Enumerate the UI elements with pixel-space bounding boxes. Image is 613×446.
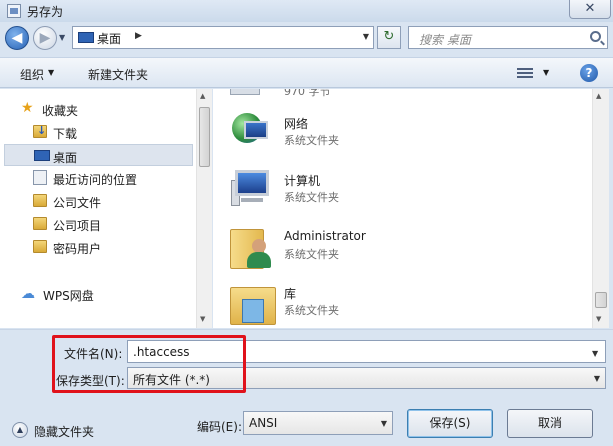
- sidebar-item-company-files[interactable]: 公司文件: [0, 190, 195, 212]
- forward-button[interactable]: ▶: [33, 26, 57, 50]
- view-dropdown-icon[interactable]: ▼: [543, 68, 549, 77]
- hide-folders-toggle[interactable]: 隐藏文件夹: [34, 423, 94, 440]
- encoding-value: ANSI: [249, 416, 278, 430]
- command-toolbar: 组织 ▼ 新建文件夹 ▼ ?: [0, 57, 613, 88]
- organize-menu[interactable]: 组织: [20, 66, 44, 83]
- scroll-down-icon[interactable]: ▼: [200, 315, 205, 323]
- chevron-down-icon: ▼: [593, 374, 600, 383]
- filename-input[interactable]: [127, 340, 606, 363]
- sidebar-item-desktop[interactable]: 桌面: [4, 144, 193, 166]
- folder-icon: [33, 217, 47, 230]
- window-icon: [7, 4, 21, 18]
- chevron-down-icon: ▼: [380, 419, 387, 428]
- item-type: 系统文件夹: [284, 134, 339, 147]
- filetype-label: 保存类型(T):: [56, 374, 125, 388]
- file-list-scrollbar[interactable]: ▲ ▼: [592, 89, 609, 328]
- search-placeholder: 搜索 桌面: [419, 33, 471, 47]
- scroll-down-icon[interactable]: ▼: [596, 315, 601, 323]
- item-name: 网络: [284, 117, 309, 131]
- navigation-pane: ★ 收藏夹 下载 桌面 最近访问的位置 公司文件 公司项目 密码用户 ☁: [0, 89, 212, 328]
- scrollbar-thumb[interactable]: [199, 107, 210, 167]
- list-item[interactable]: Administrator 系统文件夹: [213, 225, 583, 279]
- navigation-bar: ◀ ▶ ▼ 桌面 ▶ ▼ ↻ 搜索 桌面: [0, 22, 613, 54]
- address-dropdown-icon[interactable]: ▼: [363, 32, 369, 41]
- sidebar-item-label: 桌面: [53, 151, 78, 165]
- user-folder-icon: [230, 225, 278, 273]
- download-folder-icon: [33, 124, 47, 138]
- sidebar-item-label: WPS网盘: [43, 289, 94, 303]
- filetype-value: 所有文件 (*.*): [133, 373, 210, 387]
- scrollbar-thumb[interactable]: [595, 292, 607, 308]
- item-name: 计算机: [284, 174, 321, 188]
- file-list: 970 字节 网络 系统文件夹 计算机 系统文件夹 Administrator …: [213, 89, 592, 328]
- new-folder-button[interactable]: 新建文件夹: [88, 66, 148, 83]
- encoding-select[interactable]: ANSI ▼: [243, 411, 393, 435]
- star-icon: ★: [21, 100, 34, 116]
- refresh-button[interactable]: ↻: [377, 26, 401, 49]
- cloud-icon: ☁: [21, 286, 35, 302]
- item-type: 系统文件夹: [284, 248, 339, 261]
- sidebar-scrollbar[interactable]: ▲ ▼: [196, 89, 212, 328]
- collapse-icon[interactable]: ▲: [12, 422, 28, 438]
- item-name: Administrator: [284, 229, 366, 243]
- save-as-dialog: 另存为 ✕ ◀ ▶ ▼ 桌面 ▶ ▼ ↻ 搜索 桌面 组织 ▼ 新建文件夹 ▼ …: [0, 0, 613, 446]
- file-size: 970 字节: [284, 89, 331, 98]
- sidebar-item-label: 最近访问的位置: [53, 173, 138, 187]
- address-bar[interactable]: 桌面 ▶ ▼: [72, 26, 374, 49]
- list-item[interactable]: 计算机 系统文件夹: [213, 168, 583, 222]
- folder-icon: [33, 240, 47, 253]
- sidebar-item-label: 下载: [53, 127, 78, 141]
- recent-pages-dropdown-icon[interactable]: ▼: [59, 33, 65, 42]
- sidebar-item-wps-cloud[interactable]: ☁ WPS网盘: [0, 283, 195, 305]
- sidebar-item-company-projects[interactable]: 公司项目: [0, 213, 195, 235]
- item-name: 库: [284, 287, 297, 301]
- filename-dropdown-icon[interactable]: ▼: [592, 349, 598, 358]
- sidebar-item-label: 公司文件: [53, 196, 102, 210]
- close-button[interactable]: ✕: [569, 0, 611, 19]
- search-input[interactable]: 搜索 桌面: [408, 26, 608, 49]
- folder-icon: [33, 194, 47, 207]
- scroll-up-icon[interactable]: ▲: [200, 92, 205, 100]
- file-icon: [230, 89, 260, 95]
- network-icon: [230, 109, 276, 155]
- window-title: 另存为: [27, 5, 64, 19]
- save-form: 文件名(N): ▼ 保存类型(T): 所有文件 (*.*) ▼: [0, 329, 613, 404]
- filename-label: 文件名(N):: [64, 347, 123, 361]
- filetype-select[interactable]: 所有文件 (*.*) ▼: [127, 367, 606, 389]
- sidebar-item-label: 密码用户: [53, 242, 102, 256]
- encoding-label: 编码(E):: [197, 420, 242, 434]
- dialog-footer: ▲ 隐藏文件夹 编码(E): ANSI ▼ 保存(S) 取消: [0, 404, 613, 446]
- organize-dropdown-icon[interactable]: ▼: [48, 68, 54, 77]
- desktop-icon: [34, 150, 50, 161]
- sidebar-item-recent-places[interactable]: 最近访问的位置: [0, 167, 195, 189]
- address-text: 桌面: [97, 32, 122, 46]
- sidebar-item-label: 公司项目: [53, 219, 102, 233]
- desktop-icon: [78, 32, 94, 43]
- save-button[interactable]: 保存(S): [407, 409, 493, 438]
- computer-icon: [231, 168, 277, 214]
- cancel-button[interactable]: 取消: [507, 409, 593, 438]
- back-button[interactable]: ◀: [5, 26, 29, 50]
- sidebar-item-favorites[interactable]: ★ 收藏夹: [0, 98, 195, 120]
- item-type: 系统文件夹: [284, 304, 339, 317]
- recent-places-icon: [33, 170, 47, 185]
- list-item[interactable]: 库 系统文件夹: [213, 281, 583, 328]
- help-button[interactable]: ?: [580, 64, 598, 82]
- view-options-icon[interactable]: [517, 66, 533, 80]
- sidebar-item-password-users[interactable]: 密码用户: [0, 236, 195, 258]
- sidebar-item-label: 收藏夹: [42, 104, 79, 118]
- title-bar: 另存为 ✕: [0, 0, 613, 22]
- item-type: 系统文件夹: [284, 191, 339, 204]
- sidebar-item-downloads[interactable]: 下载: [0, 121, 195, 143]
- search-icon: [590, 31, 601, 42]
- library-icon: [230, 281, 278, 328]
- breadcrumb-arrow-icon[interactable]: ▶: [135, 31, 142, 41]
- scroll-up-icon[interactable]: ▲: [596, 92, 601, 100]
- list-item[interactable]: 网络 系统文件夹: [213, 111, 583, 165]
